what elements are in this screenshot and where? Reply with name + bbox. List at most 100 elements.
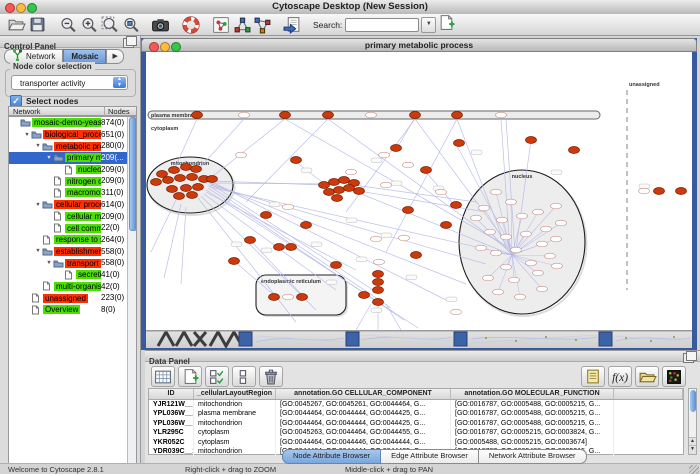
graph-node-unselected[interactable] [371,236,382,242]
graph-node-selected[interactable] [207,176,218,183]
graph-node-unselected[interactable] [239,112,250,118]
graph-node-unselected[interactable] [283,204,294,210]
graph-node-unselected[interactable] [639,188,650,194]
graph-node-unselected[interactable] [493,289,504,295]
frame-titlebar[interactable]: primary metabolic process [141,38,697,52]
graph-node-selected[interactable] [526,137,537,144]
table-row-YPL036W__2[interactable]: YPL036W__2plasma membrane[GO:0044464, GO… [149,409,683,418]
graph-node-unselected[interactable] [476,245,487,251]
tree-row-primary-metabo[interactable]: ▼primary metabo209(... [9,152,136,164]
graph-node-unselected[interactable] [537,286,548,292]
tree-row-nucleobase-[interactable]: nucleobase-209(0) [9,164,136,176]
graph-node-unselected[interactable] [436,189,447,195]
notes-button[interactable] [581,366,605,387]
cell[interactable]: [GO:0044464, GO:0044446, GO:0044444, G..… [276,438,451,447]
cell[interactable]: YJR121W__1 [149,400,194,409]
graph-node-unselected[interactable] [526,260,537,266]
save-icon[interactable] [27,15,48,34]
graph-node-selected[interactable] [373,271,384,278]
tree-scrollbar[interactable] [127,117,136,474]
graph-node-selected[interactable] [297,294,308,301]
expand-triangle-icon[interactable]: ▼ [45,260,53,266]
graph-node-selected[interactable] [654,188,665,195]
tree-row-establishment-of-lo[interactable]: ▼establishment of lo558(0) [9,246,136,258]
graph-node-selected[interactable] [676,188,687,195]
graph-node-selected[interactable] [441,222,452,229]
snapshot-icon[interactable] [150,15,171,34]
graph-node-unselected[interactable] [506,199,517,205]
graph-node-selected[interactable] [193,184,204,191]
tree-row-mosaic-demo-yeast[interactable]: mosaic-demo-yeast874(0) [9,117,136,129]
graph-node-unselected[interactable] [552,263,563,269]
tree-row-cellular-process[interactable]: ▼cellular process614(0) [9,199,136,211]
import-network-icon[interactable] [282,15,303,34]
graph-node-selected[interactable] [329,179,340,186]
tab-overflow-arrow[interactable]: ▶ [106,49,123,64]
graph-node-selected[interactable] [373,299,384,306]
import-attributes-button[interactable] [635,366,659,387]
column-header-1[interactable]: _cellularLayoutRegion [194,389,276,399]
graph-node-selected[interactable] [354,188,365,195]
graph-node-unselected[interactable] [533,270,544,276]
tab-edge-attribute-browser[interactable]: Edge Attribute Browser [381,449,479,464]
layout-2-icon[interactable] [252,15,273,34]
select-attributes-button[interactable] [205,366,229,387]
graph-node-selected[interactable] [373,279,384,286]
graph-node-unselected[interactable] [517,213,528,219]
graph-node-unselected[interactable] [501,234,512,240]
expand-triangle-icon[interactable]: ▼ [34,248,42,254]
cell[interactable]: [GO:0016787, GO:0005488, GO:0005215, G..… [451,409,614,418]
cell[interactable]: [GO:0045267, GO:0045261, GO:0044464, G..… [276,400,451,409]
cell[interactable]: cytoplasm [194,438,276,447]
resize-grip[interactable] [689,465,699,474]
graph-node-selected[interactable] [323,112,334,119]
graph-node-unselected[interactable] [551,236,562,242]
expand-triangle-icon[interactable]: ▼ [34,202,42,208]
graph-node-unselected[interactable] [346,169,357,175]
table-row-YJR121W__1[interactable]: YJR121W__1mitochondrion[GO:0045267, GO:0… [149,400,683,409]
graph-node-unselected[interactable] [491,189,502,195]
node-color-dropdown[interactable]: transporter activity ▲▼ [11,75,128,90]
table-scrollbar-thumb[interactable] [690,390,696,412]
cell[interactable]: plasma membrane [194,409,276,418]
cell[interactable]: YKR052C [149,438,194,447]
graph-node-unselected[interactable] [374,259,385,265]
graph-node-unselected[interactable] [366,112,377,118]
float-panel-icon[interactable] [123,38,134,48]
table-row-YPL036W__1[interactable]: YPL036W__1mitochondrion[GO:0044464, GO:0… [149,419,683,428]
graph-node-selected[interactable] [454,140,465,147]
graph-node-unselected[interactable] [556,220,567,226]
cell[interactable]: [GO:0044464, GO:0044444, GO:0044425, G..… [276,409,451,418]
expand-triangle-icon[interactable]: ▼ [45,155,53,161]
graph-node-unselected[interactable] [399,235,410,241]
graph-node-selected[interactable] [301,222,312,229]
graph-node-selected[interactable] [169,167,180,174]
graph-node-selected[interactable] [332,195,343,202]
graph-node-unselected[interactable] [451,309,462,315]
graph-node-selected[interactable] [175,175,186,182]
column-header-2[interactable]: annotation.GO CELLULAR_COMPONENT [276,389,451,399]
graph-node-unselected[interactable] [381,182,392,188]
graph-node-selected[interactable] [569,147,580,154]
graph-node-unselected[interactable] [533,209,544,215]
attribute-matrix-button[interactable] [662,366,686,387]
column-header-3[interactable]: annotation.GO MOLECULAR_FUNCTION [451,389,614,399]
graph-node-unselected[interactable] [515,294,526,300]
graph-node-selected[interactable] [163,177,174,184]
graph-node-selected[interactable] [421,167,432,174]
graph-node-selected[interactable] [274,244,285,251]
graph-node-selected[interactable] [174,193,185,200]
tree-row-cellular-metabo[interactable]: cellular metabo209(0) [9,211,136,223]
column-header-0[interactable]: ID [149,389,194,399]
tab-node-attribute-browser[interactable]: Node Attribute Browser [282,449,381,464]
graph-node-selected[interactable] [261,212,272,219]
attribute-table-button[interactable] [151,366,175,387]
new-attribute-button[interactable] [178,366,202,387]
zoom-in-icon[interactable] [78,15,99,34]
graph-node-selected[interactable] [286,244,297,251]
graph-node-selected[interactable] [280,112,291,119]
graph-node-selected[interactable] [181,185,192,192]
float-data-panel-icon[interactable] [683,353,694,363]
tree-row-overview[interactable]: Overview8(0) [9,304,136,316]
new-attribute-icon[interactable] [436,13,457,32]
